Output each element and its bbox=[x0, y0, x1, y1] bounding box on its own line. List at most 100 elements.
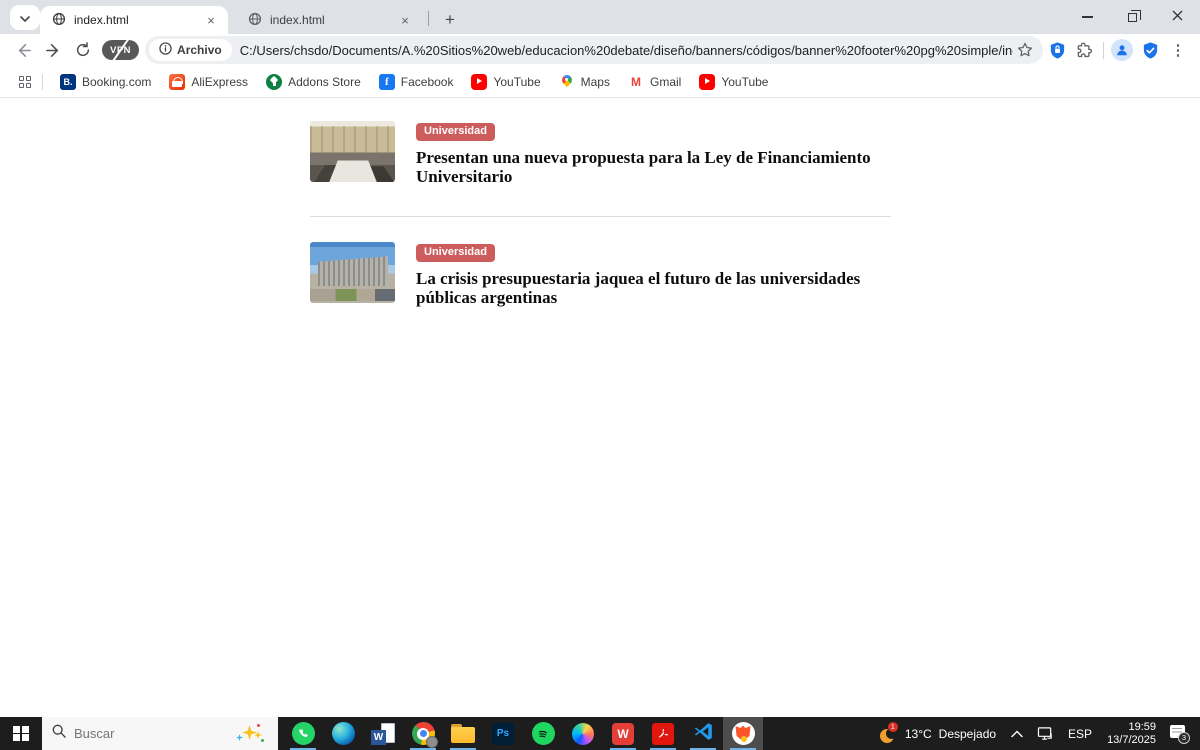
taskbar-vscode[interactable] bbox=[683, 717, 723, 750]
language-indicator[interactable]: ESP bbox=[1061, 717, 1099, 750]
taskbar-brave-active[interactable] bbox=[723, 717, 763, 750]
weather-widget[interactable]: 1 13°C Despejado bbox=[871, 724, 1004, 743]
browser-menu-button[interactable]: ⋮ bbox=[1164, 36, 1192, 64]
vscode-icon bbox=[693, 721, 714, 747]
article-card-2[interactable]: Universidad La crisis presupuestaria jaq… bbox=[310, 217, 891, 307]
start-button[interactable] bbox=[0, 717, 42, 750]
minimize-icon bbox=[1082, 16, 1093, 17]
tab-close-icon[interactable]: × bbox=[202, 11, 220, 29]
search-input[interactable] bbox=[74, 726, 194, 741]
windows-logo-icon bbox=[13, 726, 29, 742]
globe-icon bbox=[52, 12, 66, 29]
puzzle-icon bbox=[1076, 41, 1094, 59]
taskbar-photoshop[interactable]: Ps bbox=[483, 717, 523, 750]
bookmark-youtube-1[interactable]: YouTube bbox=[462, 70, 549, 94]
article-thumbnail-building bbox=[310, 242, 395, 303]
restore-button[interactable] bbox=[1110, 0, 1155, 34]
reload-button[interactable] bbox=[68, 36, 98, 64]
article-body: Universidad La crisis presupuestaria jaq… bbox=[416, 242, 876, 307]
edge-icon bbox=[332, 722, 355, 745]
chevron-up-icon bbox=[1011, 730, 1023, 738]
bookmark-maps[interactable]: Maps bbox=[550, 70, 619, 94]
chrome-icon bbox=[412, 722, 435, 745]
bookmark-gmail[interactable]: M Gmail bbox=[619, 70, 690, 94]
weather-moon-icon: 1 bbox=[879, 724, 898, 743]
restore-icon bbox=[1128, 13, 1137, 22]
article-title[interactable]: La crisis presupuestaria jaquea el futur… bbox=[416, 270, 876, 307]
tab-close-icon[interactable]: × bbox=[396, 11, 414, 29]
forward-button[interactable] bbox=[38, 36, 68, 64]
security-extension-button[interactable] bbox=[1043, 36, 1071, 64]
aliexpress-icon bbox=[169, 74, 185, 90]
tab-strip: index.html × index.html × + bbox=[0, 0, 1200, 34]
bookmark-booking[interactable]: B. Booking.com bbox=[51, 70, 160, 94]
article-card-1[interactable]: Universidad Presentan una nueva propuest… bbox=[310, 121, 891, 217]
bookmark-star-button[interactable] bbox=[1013, 38, 1037, 62]
article-list: Universidad Presentan una nueva propuest… bbox=[310, 121, 891, 308]
bookmark-youtube-2[interactable]: YouTube bbox=[690, 70, 777, 94]
tab-search-button[interactable] bbox=[10, 5, 40, 30]
article-title[interactable]: Presentan una nueva propuesta para la Le… bbox=[416, 149, 876, 186]
notification-center-button[interactable]: 3 bbox=[1168, 724, 1190, 744]
taskbar-wps[interactable]: W bbox=[603, 717, 643, 750]
search-highlights-icon[interactable] bbox=[236, 723, 264, 743]
shield-lock-icon bbox=[1048, 41, 1067, 60]
tab-index-html-inactive[interactable]: index.html × bbox=[236, 6, 422, 34]
network-display-button[interactable] bbox=[1030, 717, 1061, 750]
info-icon bbox=[159, 42, 172, 58]
address-bar[interactable]: Archivo C:/Users/chsdo/Documents/A.%20Si… bbox=[145, 36, 1043, 64]
safety-check-button[interactable] bbox=[1136, 36, 1164, 64]
extensions-button[interactable] bbox=[1071, 36, 1099, 64]
tab-title: index.html bbox=[270, 13, 388, 27]
tray-expand-button[interactable] bbox=[1004, 717, 1030, 750]
apps-grid-icon bbox=[19, 76, 31, 88]
url-text: C:/Users/chsdo/Documents/A.%20Sitios%20w… bbox=[240, 43, 1013, 58]
clock-widget[interactable]: 19:59 13/7/2025 bbox=[1099, 721, 1164, 747]
chevron-down-icon bbox=[20, 9, 30, 27]
file-scheme-chip[interactable]: Archivo bbox=[149, 39, 232, 61]
bookmark-label: Maps bbox=[581, 75, 610, 89]
acrobat-icon bbox=[652, 723, 674, 745]
bookmarks-bar: B. Booking.com AliExpress Addons Store f… bbox=[0, 66, 1200, 98]
bookmarks-divider bbox=[42, 74, 43, 90]
apps-grid-button[interactable] bbox=[12, 69, 38, 95]
bookmark-facebook[interactable]: f Facebook bbox=[370, 70, 463, 94]
taskbar-copilot[interactable] bbox=[563, 717, 603, 750]
tab-divider bbox=[428, 11, 429, 26]
taskbar-search-box[interactable] bbox=[42, 717, 278, 750]
vpn-extension-button[interactable]: VPN bbox=[102, 40, 139, 60]
bookmark-label: YouTube bbox=[493, 75, 540, 89]
new-tab-button[interactable]: + bbox=[436, 6, 464, 34]
taskbar-edge[interactable] bbox=[323, 717, 363, 750]
back-button[interactable] bbox=[8, 36, 38, 64]
weather-condition: Despejado bbox=[939, 727, 996, 741]
profile-button[interactable] bbox=[1108, 36, 1136, 64]
bookmark-aliexpress[interactable]: AliExpress bbox=[160, 70, 257, 94]
taskbar-chrome[interactable] bbox=[403, 717, 443, 750]
taskbar-spotify[interactable] bbox=[523, 717, 563, 750]
close-button[interactable] bbox=[1155, 0, 1200, 34]
article-body: Universidad Presentan una nueva propuest… bbox=[416, 121, 876, 186]
article-thumbnail-meeting bbox=[310, 121, 395, 182]
forward-icon bbox=[45, 42, 62, 59]
whatsapp-icon bbox=[292, 722, 315, 745]
taskbar-file-explorer[interactable] bbox=[443, 717, 483, 750]
globe-icon bbox=[248, 12, 262, 29]
bookmark-addons-store[interactable]: Addons Store bbox=[257, 70, 370, 94]
taskbar-word[interactable]: W bbox=[363, 717, 403, 750]
tab-index-html-active[interactable]: index.html × bbox=[40, 6, 228, 34]
clock-date: 13/7/2025 bbox=[1107, 734, 1156, 747]
wps-office-icon: W bbox=[612, 723, 634, 745]
bookmark-label: Facebook bbox=[401, 75, 454, 89]
spotify-icon bbox=[532, 722, 555, 745]
category-badge: Universidad bbox=[416, 123, 495, 141]
avatar bbox=[1111, 39, 1133, 61]
reload-icon bbox=[75, 42, 91, 58]
taskbar-whatsapp[interactable] bbox=[283, 717, 323, 750]
taskbar-acrobat[interactable] bbox=[643, 717, 683, 750]
addons-store-icon bbox=[266, 74, 282, 90]
page-content: Universidad Presentan una nueva propuest… bbox=[0, 99, 1200, 717]
chrome-download-badge bbox=[426, 736, 438, 748]
minimize-button[interactable] bbox=[1065, 0, 1110, 34]
bookmark-label: YouTube bbox=[721, 75, 768, 89]
